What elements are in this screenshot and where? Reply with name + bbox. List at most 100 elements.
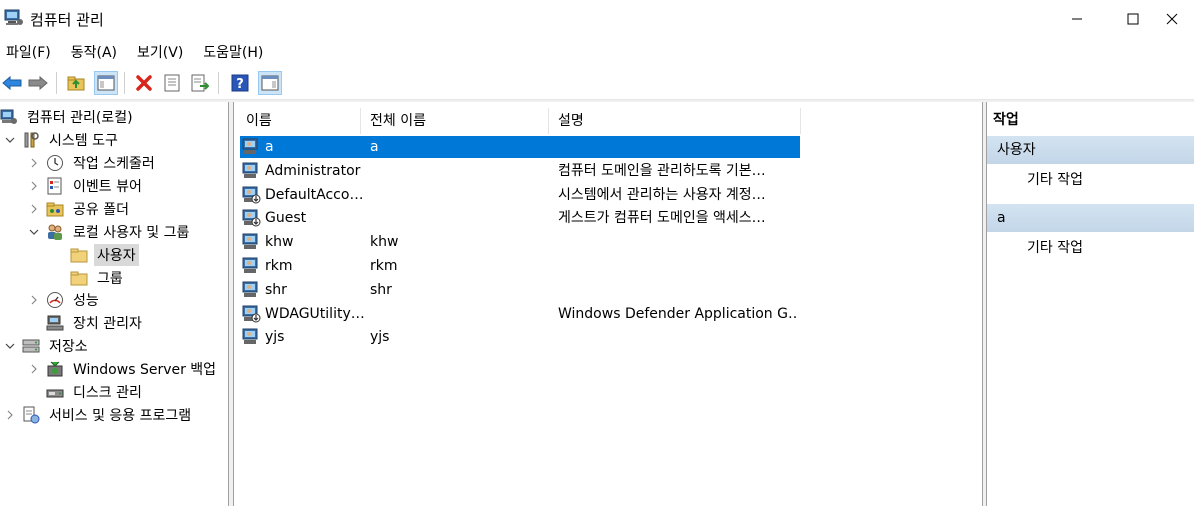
close-button[interactable]	[1166, 0, 1194, 38]
actions-section-users[interactable]: 사용자	[987, 136, 1194, 164]
menu-view[interactable]: 보기(V)	[131, 38, 189, 66]
tree-label: 컴퓨터 관리(로컬)	[27, 110, 133, 126]
cell-full-name	[370, 207, 546, 229]
folder-icon	[70, 248, 88, 263]
event-log-icon	[47, 177, 62, 195]
computer-management-icon	[0, 109, 17, 124]
table-row[interactable]: rkm rkm	[240, 255, 800, 277]
tree-item-shared-folders[interactable]: 공유 폴더	[28, 198, 132, 220]
tree-item-root[interactable]: 컴퓨터 관리(로컬)	[0, 106, 136, 128]
chevron-right-icon[interactable]	[28, 180, 40, 192]
chevron-right-icon[interactable]	[28, 157, 40, 169]
cell-name: khw	[265, 234, 294, 250]
table-row[interactable]: Guest 게스트가 컴퓨터 도메인을 액세스…	[240, 207, 800, 229]
column-header-description[interactable]: 설명	[558, 110, 584, 132]
cell-description: 컴퓨터 도메인을 관리하도록 기본…	[558, 163, 766, 179]
actions-header: 작업	[993, 112, 1019, 128]
tree-item-event-viewer[interactable]: 이벤트 뷰어	[28, 175, 145, 197]
toolbar: ?	[0, 66, 1194, 100]
show-hide-tree-icon	[97, 75, 115, 91]
cell-description: 시스템에서 관리하는 사용자 계정…	[558, 187, 766, 203]
user-icon	[242, 305, 261, 323]
tree-label: 사용자	[94, 244, 139, 266]
chevron-right-icon[interactable]	[4, 409, 16, 421]
cell-name: a	[265, 139, 274, 155]
table-row[interactable]: shr shr	[240, 279, 800, 301]
tree-label: 성능	[73, 293, 99, 309]
table-row[interactable]: DefaultAcco… 시스템에서 관리하는 사용자 계정…	[240, 184, 800, 206]
performance-gauge-icon	[47, 292, 63, 308]
tree-item-windows-server-backup[interactable]: Windows Server 백업	[28, 358, 219, 380]
tree-item-groups[interactable]: 그룹	[70, 267, 126, 289]
up-folder-button[interactable]	[64, 71, 88, 95]
chevron-down-icon[interactable]	[4, 134, 16, 146]
tree-label: 로컬 사용자 및 그룹	[73, 225, 190, 241]
table-row[interactable]: khw khw	[240, 231, 800, 253]
cell-full-name	[370, 184, 546, 206]
tree-item-services-apps[interactable]: 서비스 및 응용 프로그램	[4, 404, 194, 426]
chevron-down-icon[interactable]	[28, 226, 40, 238]
properties-button[interactable]	[160, 71, 184, 95]
back-button[interactable]	[0, 71, 24, 95]
table-row[interactable]: Administrator 컴퓨터 도메인을 관리하도록 기본…	[240, 160, 800, 182]
tree-item-local-users-groups[interactable]: 로컬 사용자 및 그룹	[28, 221, 192, 243]
chevron-right-icon[interactable]	[28, 363, 40, 375]
maximize-icon	[1127, 13, 1139, 25]
column-divider[interactable]	[800, 108, 801, 134]
storage-icon	[22, 339, 40, 353]
column-header-full-name[interactable]: 전체 이름	[370, 110, 426, 132]
delete-button[interactable]	[132, 71, 156, 95]
actions-section-selected-user[interactable]: a	[987, 204, 1194, 232]
tree-label: 서비스 및 응용 프로그램	[49, 408, 192, 424]
folder-icon	[70, 271, 88, 286]
tree-item-device-manager[interactable]: 장치 관리자	[46, 312, 145, 334]
tree-item-task-scheduler[interactable]: 작업 스케줄러	[28, 152, 158, 174]
table-row[interactable]: yjs yjs	[240, 326, 800, 348]
up-folder-icon	[67, 76, 85, 91]
forward-button[interactable]	[26, 71, 50, 95]
show-hide-action-pane-button[interactable]	[258, 71, 282, 95]
more-actions-users[interactable]: 기타 작업	[1027, 168, 1083, 192]
maximize-button[interactable]	[1110, 0, 1156, 38]
svg-text:?: ?	[236, 77, 244, 92]
column-divider[interactable]	[548, 108, 549, 134]
tree-item-storage[interactable]: 저장소	[4, 335, 91, 357]
export-list-icon	[191, 74, 210, 92]
cell-full-name: a	[370, 139, 379, 155]
column-divider[interactable]	[360, 108, 361, 134]
help-button[interactable]: ?	[228, 71, 252, 95]
menu-action[interactable]: 동작(A)	[65, 38, 123, 66]
table-row[interactable]: aa	[240, 136, 800, 158]
tree-label: 장치 관리자	[73, 316, 142, 332]
cell-name: DefaultAcco…	[265, 187, 364, 203]
device-manager-icon	[46, 315, 64, 331]
clock-icon	[47, 155, 63, 171]
cell-full-name: yjs	[370, 329, 390, 345]
tree-item-performance[interactable]: 성능	[28, 289, 102, 311]
export-list-button[interactable]	[188, 71, 212, 95]
cell-name: Guest	[265, 210, 307, 226]
back-arrow-icon	[2, 75, 22, 91]
tree-label: 공유 폴더	[73, 202, 129, 218]
more-actions-selected-user[interactable]: 기타 작업	[1027, 236, 1083, 260]
column-header-name[interactable]: 이름	[246, 110, 272, 132]
cell-description	[558, 279, 798, 301]
tree-label: 그룹	[97, 271, 123, 287]
tree-item-disk-management[interactable]: 디스크 관리	[46, 381, 145, 403]
table-row[interactable]: WDAGUtility… Windows Defender Application…	[240, 303, 800, 325]
minimize-button[interactable]	[1054, 0, 1100, 38]
chevron-down-icon[interactable]	[4, 340, 16, 352]
menu-file[interactable]: 파일(F)	[0, 38, 57, 66]
user-icon	[242, 162, 258, 178]
show-hide-tree-button[interactable]	[94, 71, 118, 95]
chevron-right-icon[interactable]	[28, 294, 40, 306]
tree-item-system-tools[interactable]: 시스템 도구	[4, 129, 121, 151]
chevron-right-icon[interactable]	[28, 203, 40, 215]
tree-label: Windows Server 백업	[73, 362, 217, 378]
cell-name: rkm	[265, 258, 293, 274]
user-icon	[242, 138, 258, 154]
tree-label: 이벤트 뷰어	[73, 179, 142, 195]
user-icon	[242, 209, 261, 227]
tree-item-users[interactable]: 사용자	[70, 244, 139, 266]
menu-help[interactable]: 도움말(H)	[197, 38, 269, 66]
